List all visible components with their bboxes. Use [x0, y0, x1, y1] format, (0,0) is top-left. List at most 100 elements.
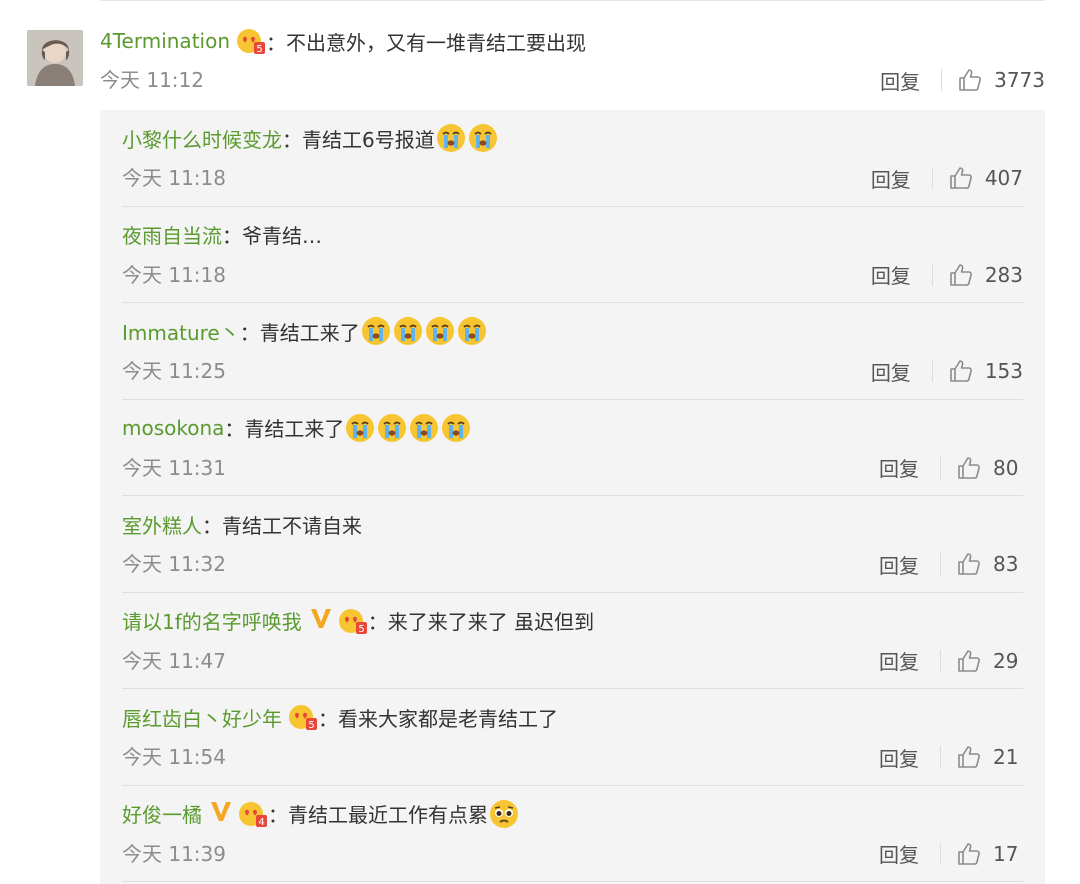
crying-emoji [376, 412, 408, 444]
thumbs-up-icon[interactable] [949, 359, 973, 383]
action-divider [931, 167, 933, 189]
name-separator: ： [239, 320, 260, 345]
svg-text:5: 5 [358, 624, 364, 635]
reply-line: 小黎什么时候变龙：青结工6号报道 [122, 122, 499, 154]
reply-actions: 回复 283 [871, 259, 1023, 291]
vip-icon [210, 800, 232, 827]
crying-emoji [392, 315, 424, 347]
reply-line: 室外糕人：青结工不请自来 [122, 508, 362, 540]
reply-username[interactable]: 夜雨自当流 [122, 220, 222, 249]
reply-time: 今天 11:31 [122, 455, 226, 480]
reply-username[interactable]: 好俊一橘 [122, 799, 202, 828]
thumbs-up-icon[interactable] [949, 166, 973, 190]
reply-username[interactable]: 室外糕人 [122, 510, 202, 539]
reply-time: 今天 11:54 [122, 745, 226, 769]
reply-meta: 今天 11:54 回复 21 [122, 741, 1023, 773]
action-divider [931, 360, 933, 382]
main-comment-text: 不出意外，又有一堆青结工要出现 [286, 30, 586, 55]
reply-item: 室外糕人：青结工不请自来今天 11:32 回复 83 [122, 496, 1023, 593]
reply-item: 唇红齿白丶好少年 5 ：看来大家都是老青结工了今天 11:54 回复 21 [122, 689, 1023, 786]
replies-panel: 小黎什么时候变龙：青结工6号报道 今天 11:18 回复 407 夜雨自当流：爷青结… 今… [100, 110, 1045, 884]
avatar-image [27, 30, 83, 86]
thumbs-up-icon[interactable] [957, 456, 981, 480]
reply-button[interactable]: 回复 [880, 66, 920, 95]
svg-text:4: 4 [258, 817, 264, 828]
like-count: 407 [984, 166, 1023, 190]
crying-emoji [360, 315, 392, 347]
reply-line: 请以1f的名字呼唤我 5：来了来了来了 虽迟但到 [122, 605, 594, 637]
avatar[interactable] [27, 30, 83, 86]
action-divider [940, 842, 941, 865]
action-divider [940, 456, 941, 479]
reply-actions: 回复 407 [871, 162, 1023, 194]
reply-text: 来了来了来了 虽迟但到 [387, 610, 595, 634]
name-separator: ： [268, 803, 288, 827]
reply-text: 看来大家都是老青结工了 [338, 706, 558, 731]
reply-button[interactable]: 回复 [871, 260, 911, 289]
reply-text: 爷青结… [242, 224, 322, 248]
main-comment-meta: 今天 11:12 回复 3773 [100, 64, 1045, 96]
thumbs-up-icon[interactable] [957, 842, 981, 866]
reply-username[interactable]: 请以1f的名字呼唤我 [122, 606, 302, 635]
like-count: 3773 [994, 68, 1045, 92]
reply-meta: 今天 11:39 回复 17 [122, 838, 1023, 870]
reply-meta: 今天 11:32 回复 83 [122, 548, 1023, 580]
name-separator: ： [282, 127, 302, 152]
reply-text: 青结工最近工作有点累 [288, 803, 488, 827]
reply-username[interactable]: Immature丶 [122, 317, 240, 346]
reply-actions: 回复 29 [879, 645, 1023, 677]
like-count: 153 [984, 359, 1023, 383]
name-separator: ： [202, 513, 222, 538]
name-separator: ： [266, 30, 286, 55]
reply-item: 好俊一橘 4 ：青结工最近工作有点累 今天 11:39 回复 17 [122, 786, 1023, 882]
level-badge-icon: 5 [338, 607, 368, 635]
reply-line: mosokona：青结工来了 [122, 412, 472, 444]
reply-time: 今天 11:25 [122, 359, 226, 383]
like-count: 17 [993, 841, 1019, 866]
reply-username[interactable]: mosokona [122, 416, 224, 440]
reply-button[interactable]: 回复 [879, 743, 919, 772]
reply-text: 青结工不请自来 [222, 513, 362, 538]
reply-button[interactable]: 回复 [879, 646, 919, 675]
vip-icon [310, 607, 332, 634]
thumbs-up-icon[interactable] [957, 552, 981, 576]
thumbs-up-icon[interactable] [957, 745, 981, 769]
thumbs-up-icon[interactable] [957, 649, 981, 673]
crying-emoji [408, 412, 440, 444]
reply-username[interactable]: 小黎什么时候变龙 [122, 124, 282, 153]
like-count: 21 [993, 745, 1019, 769]
reply-meta: 今天 11:18 回复 283 [122, 259, 1023, 291]
svg-text:5: 5 [256, 44, 262, 55]
reply-line: Immature丶：青结工来了 [122, 315, 488, 347]
reply-line: 好俊一橘 4 ：青结工最近工作有点累 [122, 798, 520, 830]
action-divider [940, 649, 941, 672]
reply-item: mosokona：青结工来了今天 11:31 回复 80 [122, 400, 1023, 496]
reply-username[interactable]: 唇红齿白丶好少年 [122, 703, 282, 732]
reply-time: 今天 11:32 [122, 552, 226, 576]
reply-actions: 回复 153 [871, 355, 1023, 387]
reply-button[interactable]: 回复 [879, 453, 919, 482]
like-count: 29 [993, 648, 1019, 673]
pleading-emoji [488, 798, 520, 830]
reply-meta: 今天 11:18 回复 407 [122, 162, 1023, 194]
reply-button[interactable]: 回复 [871, 164, 911, 193]
name-separator: ： [318, 706, 338, 731]
main-comment-username[interactable]: 4Termination [100, 29, 230, 53]
like-count: 83 [993, 552, 1019, 576]
reply-button[interactable]: 回复 [879, 839, 919, 868]
reply-text: 青结工来了 [259, 320, 360, 345]
thumbs-up-icon[interactable] [949, 263, 973, 287]
reply-button[interactable]: 回复 [871, 357, 911, 386]
reply-actions: 回复 17 [879, 838, 1023, 870]
like-count: 80 [993, 455, 1019, 480]
reply-item: 夜雨自当流：爷青结… 今天 11:18 回复 283 [122, 207, 1023, 303]
reply-line: 唇红齿白丶好少年 5 ：看来大家都是老青结工了 [122, 701, 558, 733]
reply-line: 夜雨自当流：爷青结… [122, 219, 322, 251]
action-divider [941, 69, 943, 91]
level-badge-icon: 5 [236, 27, 266, 55]
reply-divider [122, 881, 1023, 882]
reply-button[interactable]: 回复 [879, 550, 919, 579]
crying-emoji [440, 412, 472, 444]
name-separator: ： [367, 610, 388, 634]
thumbs-up-icon[interactable] [958, 68, 982, 92]
